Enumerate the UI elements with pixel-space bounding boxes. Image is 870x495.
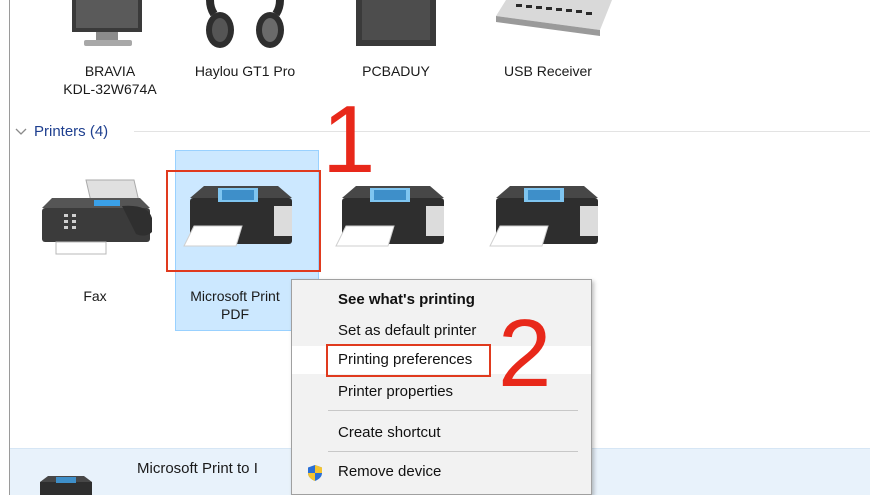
monitor-icon <box>72 0 142 46</box>
printer-label: Fax <box>83 288 107 304</box>
device-label: BRAVIA <box>84 63 136 79</box>
group-divider <box>134 131 870 132</box>
printer-label: PDF <box>221 306 249 322</box>
computer-tower-icon <box>356 0 436 46</box>
printer-label: Microsoft Print <box>190 288 280 304</box>
menu-separator <box>328 451 578 452</box>
group-label: Printers (4) <box>34 122 109 140</box>
menu-item-create-shortcut[interactable]: Create shortcut <box>292 419 591 447</box>
annotation-number-2: 2 <box>498 300 552 407</box>
fax-icon <box>42 179 152 255</box>
annotation-box-printing-preferences <box>326 344 491 377</box>
menu-item-label: Remove device <box>338 463 442 480</box>
printer-icon <box>40 476 92 495</box>
menu-separator <box>328 410 578 411</box>
device-label: KDL-32W674A <box>63 81 157 97</box>
shield-icon <box>308 465 322 481</box>
device-label: Haylou GT1 Pro <box>194 63 296 79</box>
annotation-number-1: 1 <box>322 86 376 193</box>
device-label: USB Receiver <box>504 63 592 79</box>
menu-item-remove-device[interactable]: Remove device <box>292 458 591 486</box>
details-title: Microsoft Print to I <box>137 460 258 477</box>
headphones-icon <box>206 0 284 48</box>
window-left-border <box>9 0 10 495</box>
chevron-down-icon <box>15 128 27 135</box>
printers-group-header[interactable]: Printers (4) <box>14 121 108 141</box>
keyboard-icon <box>496 0 612 36</box>
annotation-box-printer <box>166 170 321 272</box>
printer-icon <box>489 186 598 247</box>
device-label: PCBADUY <box>362 63 430 79</box>
